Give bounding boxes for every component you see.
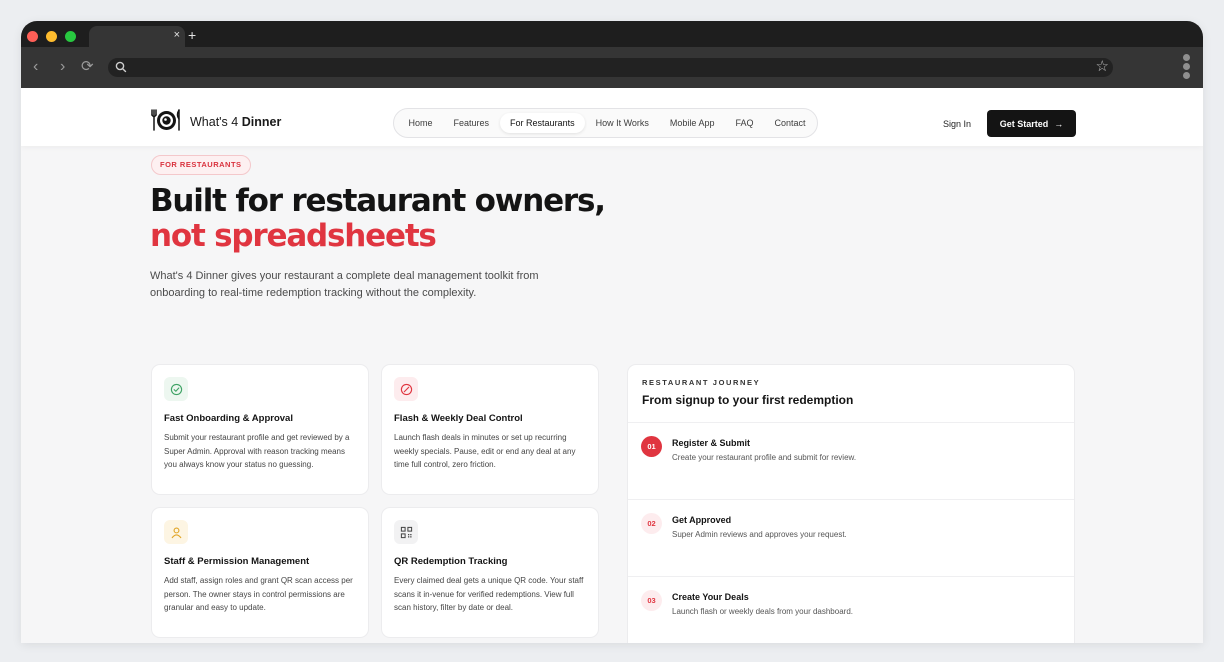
feature-card-staff: Staff & Permission Management Add staff,… — [151, 507, 369, 638]
browser-toolbar: ‹ › ⟳ ☆ — [21, 47, 1203, 88]
feature-title: Flash & Weekly Deal Control — [394, 413, 523, 424]
hero-title: Built for restaurant owners, not spreads… — [150, 183, 606, 254]
browser-menu-icon[interactable] — [1183, 54, 1191, 81]
slash-circle-icon — [394, 377, 418, 401]
web-page: What's 4 Dinner Home Features For Restau… — [21, 88, 1203, 643]
nav-for-restaurants[interactable]: For Restaurants — [499, 113, 586, 133]
arrow-right-icon: → — [1054, 118, 1064, 129]
feature-title: Fast Onboarding & Approval — [164, 413, 293, 424]
get-started-label: Get Started — [999, 118, 1049, 129]
site-header: What's 4 Dinner Home Features For Restau… — [21, 88, 1203, 146]
minimize-window-button[interactable] — [46, 31, 57, 42]
back-button[interactable]: ‹ — [33, 57, 38, 77]
logo-text: What's 4 Dinner — [190, 115, 282, 129]
qr-code-icon — [394, 520, 418, 544]
step-title: Register & Submit — [672, 438, 751, 448]
step-title: Create Your Deals — [672, 592, 749, 602]
journey-title: From signup to your first redemption — [642, 393, 854, 407]
step-desc: Launch flash or weekly deals from your d… — [672, 607, 853, 616]
tab-close-icon[interactable]: × — [174, 28, 180, 42]
step-number-badge: 03 — [641, 590, 662, 611]
site-logo[interactable]: What's 4 Dinner — [150, 108, 282, 137]
step-desc: Super Admin reviews and approves your re… — [672, 530, 847, 539]
journey-step: 03 Create Your Deals Launch flash or wee… — [628, 576, 1074, 643]
nav-contact[interactable]: Contact — [764, 113, 816, 133]
feature-desc: Submit your restaurant profile and get r… — [164, 433, 350, 470]
nav-how-it-works[interactable]: How It Works — [585, 113, 659, 133]
step-number-badge: 02 — [641, 513, 662, 534]
hero-subtitle: What's 4 Dinner gives your restaurant a … — [150, 270, 539, 299]
feature-card-deal-control: Flash & Weekly Deal Control Launch flash… — [381, 364, 599, 495]
get-started-button[interactable]: Get Started → — [987, 110, 1076, 137]
search-icon — [115, 60, 127, 78]
hero-title-line1: Built for restaurant owners, — [150, 183, 606, 219]
eyebrow-badge: FOR RESTAURANTS — [151, 155, 251, 175]
nav-mobile-app[interactable]: Mobile App — [659, 113, 725, 133]
feature-card-qr: QR Redemption Tracking Every claimed dea… — [381, 507, 599, 638]
maximize-window-button[interactable] — [65, 31, 76, 42]
nav-home[interactable]: Home — [398, 113, 443, 133]
address-bar[interactable]: ☆ — [108, 58, 1113, 77]
browser-window: × + ‹ › ⟳ ☆ What's 4 Dinner Home Feature… — [21, 21, 1203, 643]
new-tab-button[interactable]: + — [188, 28, 196, 42]
feature-title: Staff & Permission Management — [164, 556, 310, 567]
step-number-badge: 01 — [641, 436, 662, 457]
feature-desc: Launch flash deals in minutes or set up … — [394, 433, 576, 470]
reload-button[interactable]: ⟳ — [81, 57, 94, 77]
browser-tab[interactable]: × — [89, 26, 185, 47]
browser-tab-bar: × + — [21, 21, 1203, 47]
step-title: Get Approved — [672, 515, 732, 525]
feature-desc: Every claimed deal gets a unique QR code… — [394, 576, 584, 613]
feature-title: QR Redemption Tracking — [394, 556, 508, 567]
sign-in-link[interactable]: Sign In — [943, 119, 971, 129]
plate-cutlery-logo-icon — [150, 108, 182, 137]
user-icon — [164, 520, 188, 544]
forward-button[interactable]: › — [60, 57, 65, 77]
step-desc: Create your restaurant profile and submi… — [672, 453, 857, 462]
check-circle-icon — [164, 377, 188, 401]
close-window-button[interactable] — [27, 31, 38, 42]
main-nav: Home Features For Restaurants How It Wor… — [393, 108, 818, 138]
journey-step: 02 Get Approved Super Admin reviews and … — [628, 499, 1074, 576]
nav-faq[interactable]: FAQ — [725, 113, 764, 133]
restaurant-journey-panel: RESTAURANT JOURNEY From signup to your f… — [627, 364, 1075, 643]
feature-desc: Add staff, assign roles and grant QR sca… — [164, 576, 353, 613]
feature-card-onboarding: Fast Onboarding & Approval Submit your r… — [151, 364, 369, 495]
bookmark-star-icon[interactable]: ☆ — [1096, 57, 1109, 76]
journey-step: 01 Register & Submit Create your restaur… — [628, 422, 1074, 499]
journey-eyebrow: RESTAURANT JOURNEY — [642, 378, 761, 387]
nav-features[interactable]: Features — [443, 113, 500, 133]
hero-title-line2: not spreadsheets — [150, 218, 437, 254]
